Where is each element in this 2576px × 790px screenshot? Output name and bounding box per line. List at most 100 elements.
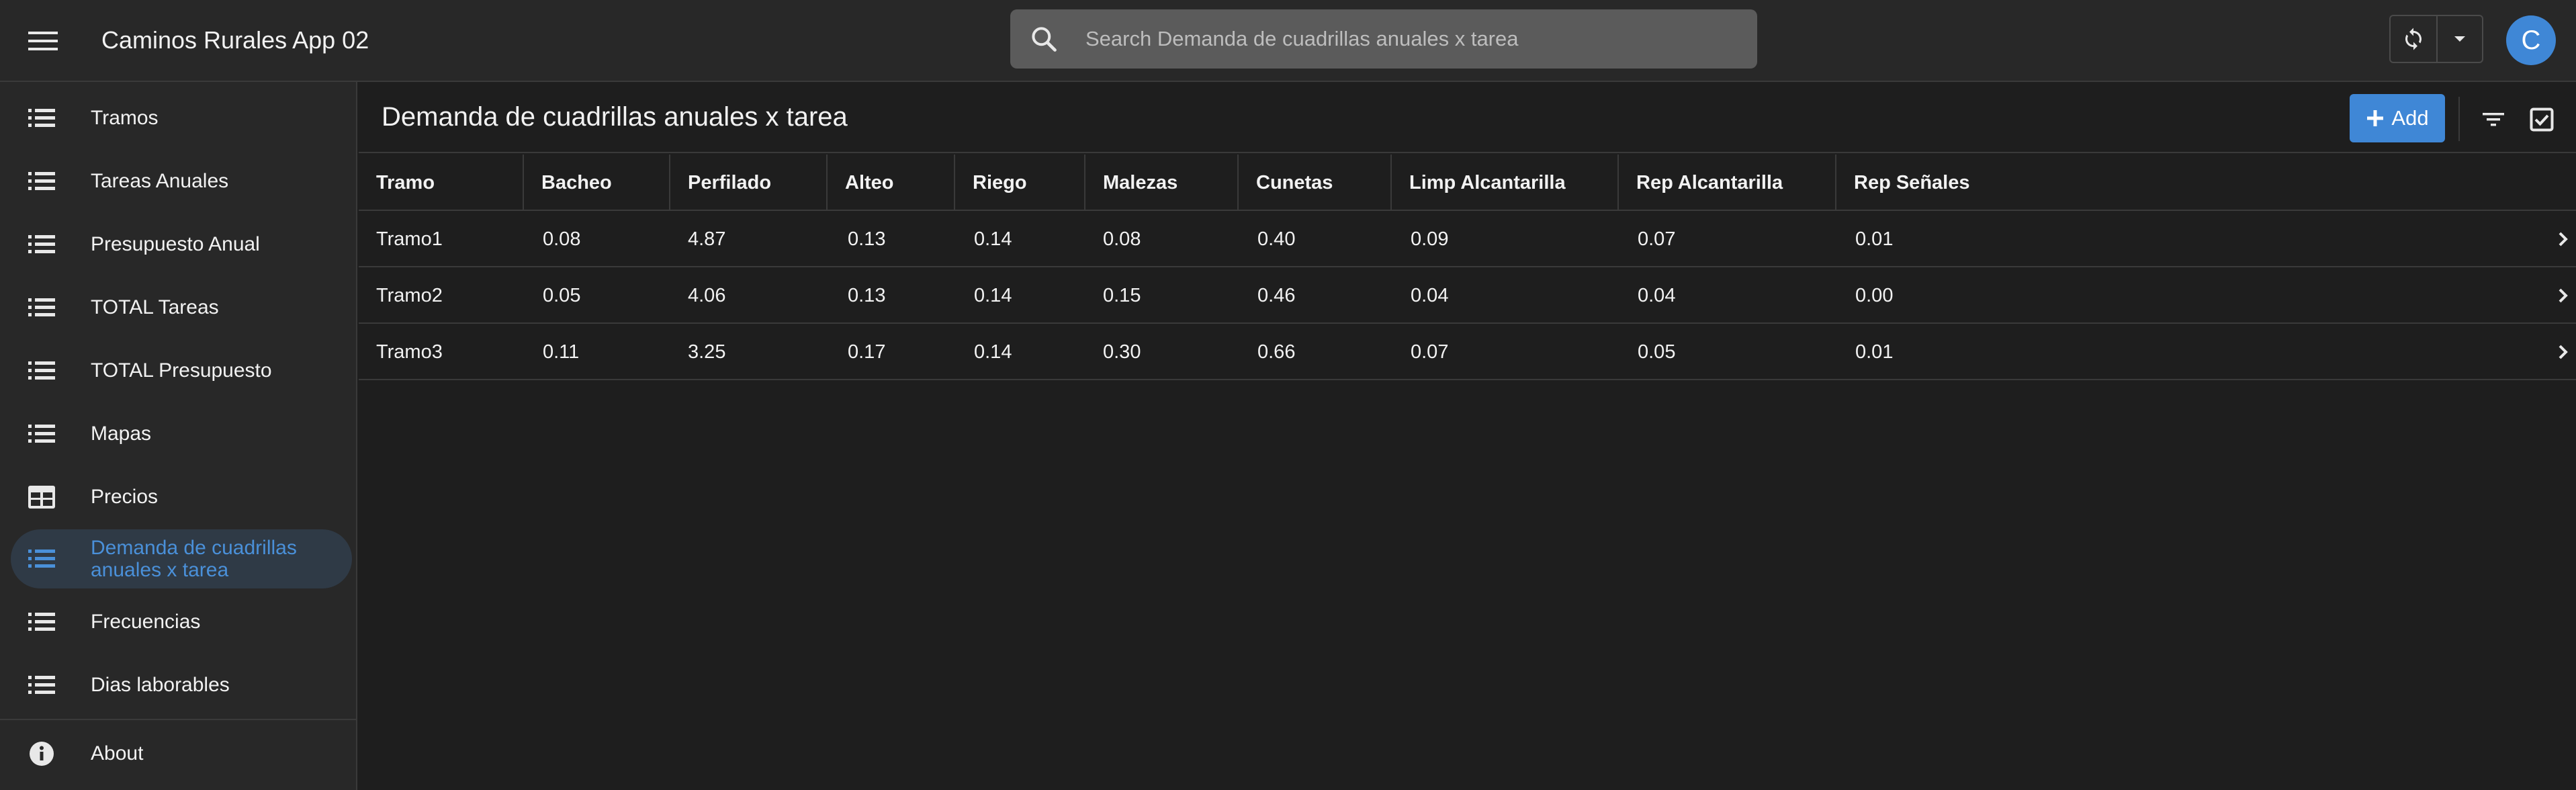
- filter-button[interactable]: [2475, 101, 2512, 138]
- table-header: Tramo Bacheo Perfilado Alteo Riego Malez…: [359, 155, 2576, 211]
- cell-bacheo: 0.05: [543, 284, 581, 306]
- table-row[interactable]: Tramo2 0.05 4.06 0.13 0.14 0.15 0.46 0.0…: [359, 267, 2576, 324]
- sidebar-item-tramos[interactable]: Tramos: [11, 89, 352, 148]
- cell-limp-alcantarilla: 0.07: [1411, 341, 1449, 363]
- column-header-limp-alcantarilla[interactable]: Limp Alcantarilla: [1390, 155, 1617, 211]
- data-table: Tramo Bacheo Perfilado Alteo Riego Malez…: [359, 155, 2576, 380]
- sync-control: [2389, 15, 2483, 63]
- view-toolbar: Demanda de cuadrillas anuales x tarea Ad…: [359, 82, 2576, 153]
- cell-rep-alcantarilla: 0.07: [1638, 228, 1676, 250]
- sidebar-item-label: TOTAL Tareas: [91, 296, 219, 318]
- cell-tramo: Tramo3: [376, 341, 443, 363]
- cell-perfilado: 4.06: [688, 284, 726, 306]
- list-icon: [27, 231, 56, 258]
- app-header: Caminos Rurales App 02 C: [0, 0, 2576, 82]
- page-title: Demanda de cuadrillas anuales x tarea: [382, 102, 848, 132]
- cell-rep-alcantarilla: 0.05: [1638, 341, 1676, 363]
- cell-alteo: 0.13: [848, 228, 886, 250]
- list-icon: [27, 168, 56, 195]
- cell-cunetas: 0.66: [1257, 341, 1296, 363]
- cell-rep-senales: 0.01: [1855, 228, 1894, 250]
- sidebar-item-label: Presupuesto Anual: [91, 233, 260, 255]
- search-input[interactable]: [1084, 9, 1742, 69]
- sidebar-item-label: Dias laborables: [91, 674, 230, 696]
- cell-riego: 0.14: [974, 284, 1012, 306]
- sync-dropdown-button[interactable]: [2438, 16, 2482, 62]
- cell-cunetas: 0.40: [1257, 228, 1296, 250]
- list-icon: [27, 545, 56, 572]
- cell-perfilado: 3.25: [688, 341, 726, 363]
- column-header-bacheo[interactable]: Bacheo: [523, 155, 669, 211]
- list-icon: [27, 294, 56, 321]
- caret-down-icon: [2454, 36, 2465, 42]
- list-icon: [27, 421, 56, 447]
- sidebar-item-precios[interactable]: Precios: [11, 468, 352, 527]
- list-icon: [27, 609, 56, 635]
- cell-riego: 0.14: [974, 228, 1012, 250]
- search-icon: [1029, 24, 1059, 54]
- cell-cunetas: 0.46: [1257, 284, 1296, 306]
- sidebar-item-about[interactable]: About: [11, 724, 352, 783]
- add-button-label: Add: [2391, 106, 2429, 130]
- sidebar-divider: [0, 719, 356, 720]
- column-header-alteo[interactable]: Alteo: [826, 155, 954, 211]
- column-header-riego[interactable]: Riego: [954, 155, 1084, 211]
- sidebar-item-tareas-anuales[interactable]: Tareas Anuales: [11, 152, 352, 211]
- sidebar-item-label: Tareas Anuales: [91, 170, 229, 192]
- menu-icon[interactable]: [21, 21, 64, 61]
- cell-rep-senales: 0.00: [1855, 284, 1894, 306]
- cell-alteo: 0.13: [848, 284, 886, 306]
- sidebar-item-label: TOTAL Presupuesto: [91, 359, 272, 382]
- cell-tramo: Tramo2: [376, 284, 443, 306]
- info-icon: [27, 740, 56, 767]
- cell-perfilado: 4.87: [688, 228, 726, 250]
- chevron-right-icon[interactable]: [2550, 226, 2576, 253]
- search-bar[interactable]: [1010, 9, 1757, 69]
- sidebar-item-total-tareas[interactable]: TOTAL Tareas: [11, 278, 352, 337]
- filter-icon: [2483, 113, 2504, 126]
- cell-malezas: 0.08: [1103, 228, 1141, 250]
- cell-rep-senales: 0.01: [1855, 341, 1894, 363]
- column-header-perfilado[interactable]: Perfilado: [669, 155, 826, 211]
- table-row[interactable]: Tramo3 0.11 3.25 0.17 0.14 0.30 0.66 0.0…: [359, 324, 2576, 380]
- sidebar-item-presupuesto-anual[interactable]: Presupuesto Anual: [11, 215, 352, 274]
- add-button[interactable]: Add: [2350, 94, 2445, 142]
- checkbox-icon: [2530, 107, 2554, 132]
- table-icon: [27, 484, 56, 511]
- select-button[interactable]: [2523, 101, 2561, 138]
- sidebar-item-label: Frecuencias: [91, 611, 201, 633]
- cell-tramo: Tramo1: [376, 228, 443, 250]
- sidebar-item-dias-laborables[interactable]: Dias laborables: [11, 656, 352, 715]
- sidebar-item-label: Demanda de cuadrillas anuales x tarea: [91, 537, 297, 581]
- list-icon: [27, 105, 56, 132]
- table-row[interactable]: Tramo1 0.08 4.87 0.13 0.14 0.08 0.40 0.0…: [359, 211, 2576, 267]
- cell-bacheo: 0.08: [543, 228, 581, 250]
- list-icon: [27, 357, 56, 384]
- column-header-tramo[interactable]: Tramo: [359, 155, 523, 211]
- column-header-malezas[interactable]: Malezas: [1084, 155, 1237, 211]
- sidebar-item-label: Precios: [91, 486, 159, 508]
- cell-bacheo: 0.11: [543, 341, 580, 363]
- cell-limp-alcantarilla: 0.04: [1411, 284, 1449, 306]
- column-header-cunetas[interactable]: Cunetas: [1237, 155, 1390, 211]
- column-header-rep-senales[interactable]: Rep Señales: [1835, 155, 2037, 211]
- sidebar: Tramos Tareas Anuales Presupuesto Anual …: [0, 82, 357, 790]
- chevron-right-icon[interactable]: [2550, 339, 2576, 365]
- toolbar-divider: [2458, 97, 2460, 141]
- avatar[interactable]: C: [2506, 15, 2556, 65]
- sidebar-item-demanda-cuadrillas[interactable]: Demanda de cuadrillas anuales x tarea: [11, 529, 352, 588]
- cell-malezas: 0.15: [1103, 284, 1141, 306]
- sync-icon: [2405, 28, 2422, 50]
- sidebar-item-frecuencias[interactable]: Frecuencias: [11, 592, 352, 652]
- sync-button[interactable]: [2391, 16, 2438, 62]
- sidebar-item-total-presupuesto[interactable]: TOTAL Presupuesto: [11, 341, 352, 400]
- sidebar-item-label: Mapas: [91, 423, 152, 445]
- cell-alteo: 0.17: [848, 341, 886, 363]
- column-header-rep-alcantarilla[interactable]: Rep Alcantarilla: [1617, 155, 1835, 211]
- chevron-right-icon[interactable]: [2550, 282, 2576, 309]
- sidebar-item-mapas[interactable]: Mapas: [11, 404, 352, 464]
- sidebar-item-label: Tramos: [91, 107, 159, 129]
- main-content: Demanda de cuadrillas anuales x tarea Ad…: [359, 82, 2576, 790]
- plus-icon: [2367, 110, 2384, 126]
- cell-limp-alcantarilla: 0.09: [1411, 228, 1449, 250]
